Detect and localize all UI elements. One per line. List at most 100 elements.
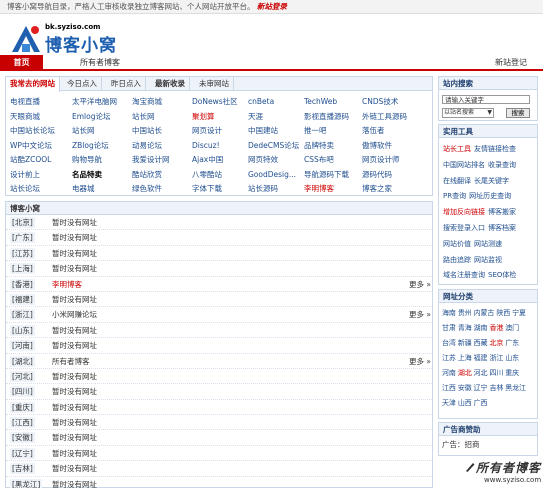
category-link[interactable]: 海南 — [442, 309, 456, 317]
more-link[interactable]: 更多 » — [409, 354, 431, 369]
category-link[interactable]: 北京 — [489, 339, 503, 347]
region-name[interactable]: [北京] — [10, 217, 35, 228]
tool-link[interactable]: 网站监视 — [474, 256, 502, 264]
tool-link[interactable]: 增加反向链接 — [443, 208, 485, 216]
site-link[interactable]: 天涯 — [248, 110, 263, 124]
tab-today[interactable]: 今日点入 — [63, 77, 102, 91]
category-link[interactable]: 内蒙古 — [474, 309, 495, 317]
region-name[interactable]: [香港] — [10, 278, 35, 290]
site-link[interactable]: 电视直播 — [10, 95, 40, 109]
category-link[interactable]: 湖北 — [458, 369, 472, 377]
tab-latest[interactable]: 最新收录 — [151, 77, 190, 91]
site-link[interactable]: 傲博软件 — [362, 139, 392, 153]
nav-new-site[interactable]: 新站登记 — [485, 55, 537, 71]
tab-frequent[interactable]: 我常去的网站 — [6, 77, 60, 92]
category-link[interactable]: 陕西 — [496, 309, 510, 317]
site-link[interactable]: 站长网 — [132, 110, 155, 124]
category-link[interactable]: 江苏 — [442, 354, 456, 362]
region-name[interactable]: [上海] — [10, 263, 35, 275]
category-link[interactable]: 安徽 — [458, 384, 472, 392]
category-link[interactable]: 福建 — [474, 354, 488, 362]
site-link[interactable]: Discuz! — [192, 139, 220, 153]
site-link[interactable]: 品牌特卖 — [304, 139, 334, 153]
site-link[interactable]: 站长源码 — [248, 182, 278, 196]
category-link[interactable]: 澳门 — [505, 324, 519, 332]
region-name[interactable]: [江西] — [10, 417, 35, 429]
search-type-select[interactable]: 以站名搜索 ▼ — [442, 108, 494, 118]
nav-home[interactable]: 首页 — [0, 55, 43, 71]
region-name[interactable]: [广东] — [10, 232, 35, 244]
site-link[interactable]: 网页设计师 — [362, 153, 400, 167]
region-site-link[interactable]: 暂时没有网址 — [52, 292, 97, 307]
region-name[interactable]: [重庆] — [10, 401, 35, 413]
tool-link[interactable]: 博客搬家 — [488, 208, 516, 216]
site-link[interactable]: 酷站欣赏 — [132, 168, 162, 182]
site-link[interactable]: 聚划算 — [192, 110, 215, 124]
site-link[interactable]: 网页特效 — [248, 153, 278, 167]
site-link[interactable]: WP中文论坛 — [10, 139, 52, 153]
tool-link[interactable]: 站长工具 — [443, 145, 471, 153]
region-name[interactable]: [河南] — [10, 340, 35, 352]
site-link[interactable]: 设计前上 — [10, 168, 40, 182]
tool-link[interactable]: 搜索登录入口 — [443, 224, 485, 232]
site-link[interactable]: Emlog论坛 — [72, 110, 110, 124]
region-site-link[interactable]: 李明博客 — [52, 277, 82, 292]
region-site-link[interactable]: 暂时没有网址 — [52, 384, 97, 399]
region-name[interactable]: [辽宁] — [10, 447, 35, 459]
region-site-link[interactable]: 暂时没有网址 — [52, 415, 97, 430]
region-name[interactable]: [江苏] — [10, 247, 35, 259]
new-site-login-link[interactable]: 新站登录 — [257, 2, 287, 11]
tool-link[interactable]: 在线翻译 — [443, 177, 471, 185]
tool-link[interactable]: PR查询 — [443, 192, 466, 200]
category-link[interactable]: 山东 — [505, 354, 519, 362]
tool-link[interactable]: 中国网站排名 — [443, 161, 485, 169]
region-site-link[interactable]: 小米网赚论坛 — [52, 307, 97, 322]
category-link[interactable]: 宁夏 — [512, 309, 526, 317]
region-site-link[interactable]: 暂时没有网址 — [52, 461, 97, 476]
category-link[interactable]: 广东 — [505, 339, 519, 347]
site-link[interactable]: 推一吧 — [304, 124, 327, 138]
region-name[interactable]: [浙江] — [10, 309, 35, 321]
more-link[interactable]: 更多 » — [409, 307, 431, 322]
site-link[interactable]: 落伍者 — [362, 124, 385, 138]
category-link[interactable]: 香港 — [489, 324, 503, 332]
region-site-link[interactable]: 暂时没有网址 — [52, 338, 97, 353]
site-link[interactable]: 购物导航 — [72, 153, 102, 167]
category-link[interactable]: 河南 — [442, 369, 456, 377]
region-site-link[interactable]: 暂时没有网址 — [52, 323, 97, 338]
site-link[interactable]: 天眼商城 — [10, 110, 40, 124]
site-link[interactable]: 站长论坛 — [10, 182, 40, 196]
more-link[interactable]: 更多 » — [409, 277, 431, 292]
category-link[interactable]: 甘肃 — [442, 324, 456, 332]
site-link[interactable]: 我爱设计网 — [132, 153, 170, 167]
region-name[interactable]: [福建] — [10, 293, 35, 305]
tab-unreviewed[interactable]: 未审网站 — [195, 77, 234, 91]
category-link[interactable]: 河北 — [474, 369, 488, 377]
region-site-link[interactable]: 暂时没有网址 — [52, 430, 97, 445]
category-link[interactable]: 天津 — [442, 399, 456, 407]
site-link[interactable]: 中国站长论坛 — [10, 124, 55, 138]
site-link[interactable]: 网页设计 — [192, 124, 222, 138]
site-link[interactable]: 动易论坛 — [132, 139, 162, 153]
site-link[interactable]: 站酷ZCOOL — [10, 153, 51, 167]
category-link[interactable]: 西藏 — [474, 339, 488, 347]
tool-link[interactable]: 路由追踪 — [443, 256, 471, 264]
site-link[interactable]: Ajax中国 — [192, 153, 223, 167]
category-link[interactable]: 新疆 — [458, 339, 472, 347]
site-link[interactable]: GoodDesig... — [248, 168, 296, 182]
tool-link[interactable]: 长尾关键字 — [474, 177, 509, 185]
nav-all-blogs[interactable]: 所有者博客 — [70, 55, 130, 71]
category-link[interactable]: 湖南 — [474, 324, 488, 332]
site-link[interactable]: 导航源码下载 — [304, 168, 349, 182]
region-site-link[interactable]: 暂时没有网址 — [52, 369, 97, 384]
site-link[interactable]: 名品特卖 — [72, 168, 102, 182]
region-site-link[interactable]: 所有者博客 — [52, 354, 90, 369]
region-name[interactable]: [湖北] — [10, 355, 35, 367]
tool-link[interactable]: 网站测速 — [474, 240, 502, 248]
tool-link[interactable]: 收录查询 — [488, 161, 516, 169]
region-site-link[interactable]: 暂时没有网址 — [52, 477, 97, 488]
region-site-link[interactable]: 暂时没有网址 — [52, 261, 97, 276]
category-link[interactable]: 山西 — [458, 399, 472, 407]
region-name[interactable]: [四川] — [10, 386, 35, 398]
site-link[interactable]: 站长网 — [72, 124, 95, 138]
